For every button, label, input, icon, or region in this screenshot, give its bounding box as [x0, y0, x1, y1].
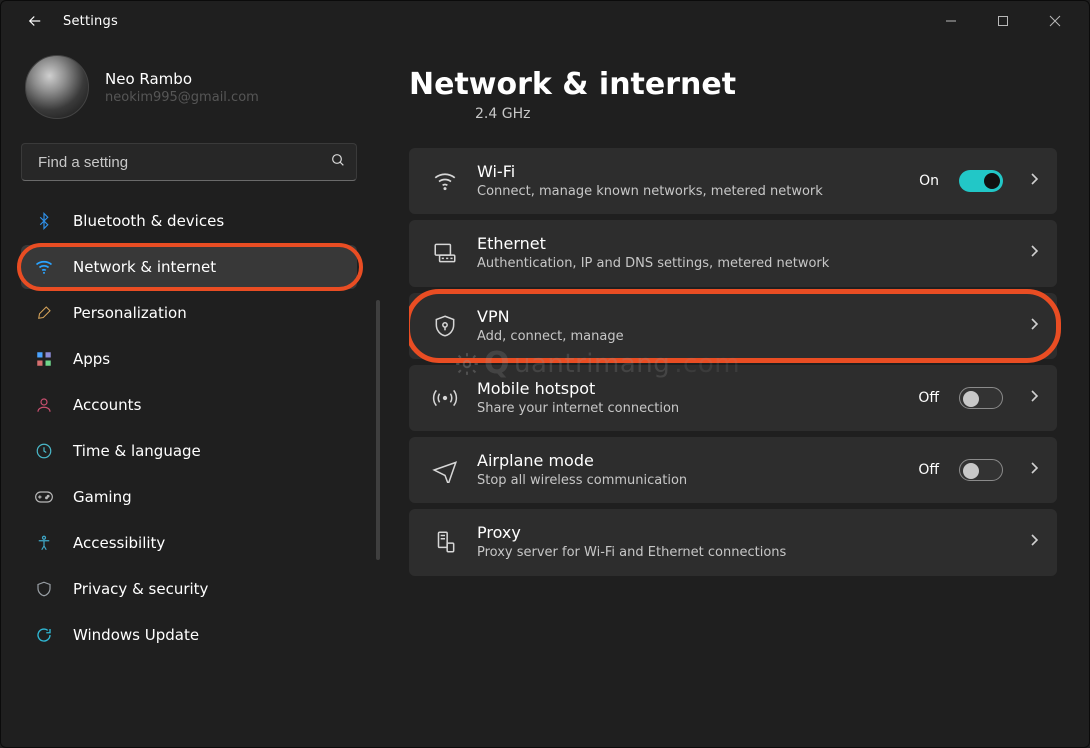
sidebar-item-label: Personalization	[73, 304, 187, 322]
connection-band: 2.4 GHz	[475, 106, 1063, 122]
sidebar-item-time[interactable]: Time & language	[21, 429, 357, 473]
proxy-icon	[427, 524, 463, 560]
tile-desc: Connect, manage known networks, metered …	[477, 184, 905, 200]
wifi-icon	[427, 163, 463, 199]
tile-desc: Proxy server for Wi-Fi and Ethernet conn…	[477, 545, 1003, 561]
sidebar-item-gaming[interactable]: Gaming	[21, 475, 357, 519]
status-label: On	[919, 173, 939, 189]
tile-title: Ethernet	[477, 234, 1003, 254]
maximize-icon	[997, 15, 1009, 27]
sidebar-item-accessibility[interactable]: Accessibility	[21, 521, 357, 565]
tile-wifi[interactable]: Wi-Fi Connect, manage known networks, me…	[409, 148, 1057, 214]
page-title: Network & internet	[409, 67, 1063, 102]
sidebar-item-label: Bluetooth & devices	[73, 212, 224, 230]
arrow-left-icon	[26, 12, 44, 30]
hotspot-icon	[427, 380, 463, 416]
tile-desc: Authentication, IP and DNS settings, met…	[477, 256, 1003, 272]
ethernet-icon	[427, 235, 463, 271]
sidebar-item-network[interactable]: Network & internet	[21, 245, 357, 289]
minimize-button[interactable]	[925, 4, 977, 38]
accessibility-icon	[33, 532, 55, 554]
tile-ethernet[interactable]: Ethernet Authentication, IP and DNS sett…	[409, 220, 1057, 286]
wifi-icon	[33, 256, 55, 278]
chevron-right-icon	[1029, 389, 1039, 407]
gaming-icon	[33, 486, 55, 508]
tile-vpn[interactable]: VPN Add, connect, manage	[409, 293, 1057, 359]
wifi-toggle[interactable]	[959, 170, 1003, 192]
brush-icon	[33, 302, 55, 324]
maximize-button[interactable]	[977, 4, 1029, 38]
apps-icon	[33, 348, 55, 370]
sidebar-item-label: Network & internet	[73, 258, 216, 276]
tile-proxy[interactable]: Proxy Proxy server for Wi-Fi and Etherne…	[409, 509, 1057, 575]
close-icon	[1049, 15, 1061, 27]
chevron-right-icon	[1029, 461, 1039, 479]
tiles-list: Wi-Fi Connect, manage known networks, me…	[409, 148, 1063, 576]
hotspot-toggle[interactable]	[959, 387, 1003, 409]
sidebar-item-privacy[interactable]: Privacy & security	[21, 567, 357, 611]
sidebar-item-bluetooth[interactable]: Bluetooth & devices	[21, 199, 357, 243]
search-box[interactable]	[21, 143, 357, 181]
titlebar: Settings	[1, 1, 1089, 41]
shield-icon	[33, 578, 55, 600]
chevron-right-icon	[1029, 317, 1039, 335]
status-label: Off	[918, 462, 939, 478]
vpn-shield-icon	[427, 308, 463, 344]
sidebar-item-label: Windows Update	[73, 626, 199, 644]
close-button[interactable]	[1029, 4, 1081, 38]
sidebar-item-label: Gaming	[73, 488, 132, 506]
avatar	[25, 55, 89, 119]
main-content: Network & internet 2.4 GHz Wi-Fi Connect…	[375, 41, 1089, 747]
tile-title: Mobile hotspot	[477, 379, 904, 399]
minimize-icon	[945, 15, 957, 27]
status-label: Off	[918, 390, 939, 406]
sidebar-item-label: Time & language	[73, 442, 201, 460]
chevron-right-icon	[1029, 244, 1039, 262]
account-icon	[33, 394, 55, 416]
window-controls	[925, 4, 1081, 38]
chevron-right-icon	[1029, 533, 1039, 551]
settings-window: Settings Neo Rambo neokim995@gmail.com	[0, 0, 1090, 748]
chevron-right-icon	[1029, 172, 1039, 190]
tile-desc: Stop all wireless communication	[477, 473, 904, 489]
app-title: Settings	[63, 14, 118, 29]
sidebar-item-label: Privacy & security	[73, 580, 208, 598]
airplane-icon	[427, 452, 463, 488]
sidebar: Neo Rambo neokim995@gmail.com Bluetooth …	[1, 41, 375, 747]
profile-name: Neo Rambo	[105, 70, 259, 88]
sidebar-nav: Bluetooth & devices Network & internet P…	[21, 199, 357, 657]
sidebar-item-label: Apps	[73, 350, 110, 368]
profile-block[interactable]: Neo Rambo neokim995@gmail.com	[25, 55, 357, 119]
search-icon	[330, 152, 346, 172]
sidebar-item-update[interactable]: Windows Update	[21, 613, 357, 657]
tile-title: Wi-Fi	[477, 162, 905, 182]
sidebar-item-label: Accessibility	[73, 534, 165, 552]
tile-airplane[interactable]: Airplane mode Stop all wireless communic…	[409, 437, 1057, 503]
tile-desc: Share your internet connection	[477, 401, 904, 417]
profile-email: neokim995@gmail.com	[105, 90, 259, 105]
sidebar-item-personalization[interactable]: Personalization	[21, 291, 357, 335]
search-input[interactable]	[36, 153, 330, 172]
sidebar-item-label: Accounts	[73, 396, 141, 414]
tile-desc: Add, connect, manage	[477, 329, 1003, 345]
tile-title: Airplane mode	[477, 451, 904, 471]
update-icon	[33, 624, 55, 646]
back-button[interactable]	[17, 3, 53, 39]
tile-title: VPN	[477, 307, 1003, 327]
sidebar-item-apps[interactable]: Apps	[21, 337, 357, 381]
airplane-toggle[interactable]	[959, 459, 1003, 481]
tile-hotspot[interactable]: Mobile hotspot Share your internet conne…	[409, 365, 1057, 431]
time-icon	[33, 440, 55, 462]
tile-title: Proxy	[477, 523, 1003, 543]
sidebar-item-accounts[interactable]: Accounts	[21, 383, 357, 427]
bluetooth-icon	[33, 210, 55, 232]
